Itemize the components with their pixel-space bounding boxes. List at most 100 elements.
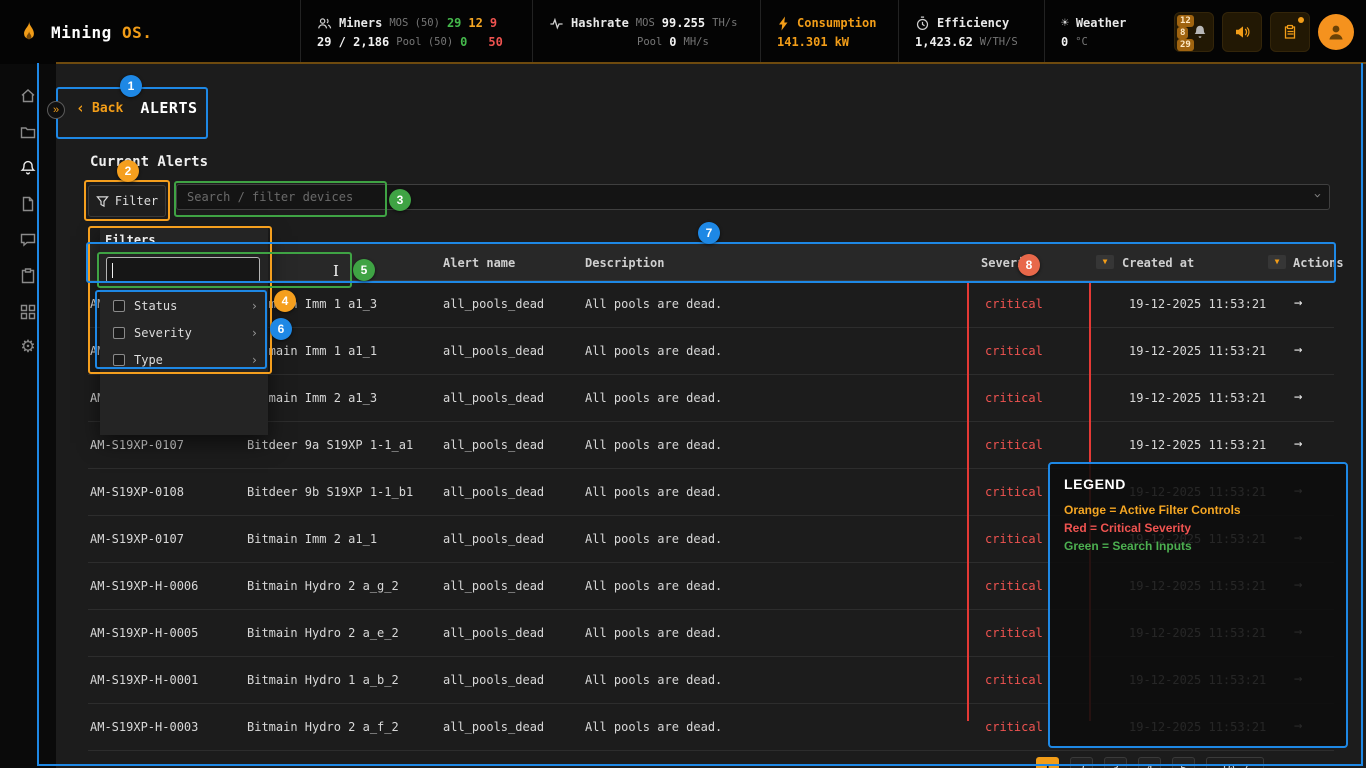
sidebar-item-reports[interactable]: [10, 194, 46, 213]
sort-arrow-icon: ▼: [1103, 258, 1108, 266]
chevron-right-icon: ›: [251, 353, 258, 367]
cell-alert-name: all_pools_dead: [443, 532, 544, 546]
sidebar-expand-button[interactable]: »: [47, 101, 65, 119]
checkbox[interactable]: [113, 327, 125, 339]
cell-miner-name: Bitmain Hydro 2 a_f_2: [247, 720, 399, 734]
miners-icon: [317, 16, 332, 31]
row-detail-arrow[interactable]: →: [1294, 342, 1302, 358]
device-search-input[interactable]: [176, 184, 1330, 210]
sidebar-item-alerts[interactable]: [10, 158, 46, 177]
weather-value: 0: [1061, 35, 1068, 49]
miners-count: 29 / 2,186: [317, 35, 389, 49]
sound-button[interactable]: [1222, 12, 1262, 52]
filter-button[interactable]: Filter: [88, 185, 166, 217]
column-created-at[interactable]: Created at: [1122, 256, 1194, 270]
filter-category-option[interactable]: Status ›: [100, 292, 268, 319]
breadcrumb: ‹ Back ALERTS: [76, 99, 198, 117]
cell-description: All pools are dead.: [585, 579, 722, 593]
cell-miner-name: Bitmain Hydro 2 a_e_2: [247, 626, 399, 640]
clock-icon: [915, 16, 930, 31]
table-row[interactable]: AM-S19XP-0106 Bitmain Imm 2 a1_3 all_poo…: [88, 375, 1334, 422]
cell-miner-name: Bitmain Hydro 2 a_g_2: [247, 579, 399, 593]
cell-miner-id: AM-S19XP-H-0001: [90, 673, 198, 687]
cell-miner-id: AM-S19XP-0107: [90, 532, 184, 546]
page-size-value: 10 /: [1221, 762, 1250, 768]
cell-miner-name: Bitdeer 9a S19XP 1-1_a1: [247, 438, 413, 452]
checkbox[interactable]: [113, 354, 125, 366]
legend-note-orange: Orange = Active Filter Controls: [1064, 501, 1332, 519]
gear-icon: ⚙: [20, 339, 35, 356]
miners-mos-label: MOS (50): [389, 17, 440, 29]
sidebar-item-home[interactable]: [10, 86, 46, 105]
sidebar-item-devices[interactable]: [10, 302, 46, 321]
page-size-select[interactable]: 10 /: [1206, 757, 1264, 768]
weather-stat: ☀ Weather 0 °C: [1044, 0, 1140, 64]
profile-button[interactable]: [1318, 14, 1354, 50]
brand-text: Mining OS.: [51, 23, 152, 42]
flame-logo-icon: [16, 19, 42, 45]
home-icon: [19, 87, 37, 105]
sidebar-item-messages[interactable]: [10, 230, 46, 249]
page-button-3[interactable]: 3: [1104, 757, 1127, 768]
row-detail-arrow[interactable]: →: [1294, 295, 1302, 311]
section-title: Current Alerts: [90, 154, 208, 170]
page-button-1[interactable]: 1: [1036, 757, 1059, 768]
row-detail-arrow[interactable]: →: [1294, 389, 1302, 405]
cell-description: All pools are dead.: [585, 438, 722, 452]
cell-description: All pools are dead.: [585, 485, 722, 499]
legend-panel: LEGEND Orange = Active Filter Controls R…: [1048, 462, 1348, 748]
header-divider: [56, 62, 1366, 64]
cell-created-at: 19-12-2025 11:53:21: [1129, 438, 1266, 452]
cell-miner-name: Bitmain Hydro 1 a_b_2: [247, 673, 399, 687]
consumption-label: Consumption: [797, 16, 876, 30]
cell-alert-name: all_pools_dead: [443, 579, 544, 593]
page-button-4[interactable]: 4: [1138, 757, 1161, 768]
hashrate-mos-value: 99.255: [662, 16, 705, 30]
legend-note-red: Red = Critical Severity: [1064, 519, 1332, 537]
cell-alert-name: all_pools_dead: [443, 391, 544, 405]
cell-description: All pools are dead.: [585, 673, 722, 687]
cell-miner-id: AM-S19XP-0108: [90, 485, 184, 499]
hashrate-stat: Hashrate MOS 99.255 TH/s Pool 0 MH/s: [532, 0, 760, 64]
column-alert-name[interactable]: Alert name: [443, 256, 515, 270]
text-caret: [112, 263, 113, 278]
cell-severity: critical: [985, 673, 1043, 687]
filter-category-option[interactable]: Severity ›: [100, 319, 268, 346]
chevron-right-icon: ›: [251, 299, 258, 313]
folder-icon: [19, 123, 37, 141]
page-button-2[interactable]: 2: [1070, 757, 1093, 768]
efficiency-unit: W/TH/S: [980, 36, 1018, 48]
chevrons-right-icon: »: [53, 104, 59, 116]
weather-label: Weather: [1076, 16, 1127, 30]
column-description[interactable]: Description: [585, 256, 664, 270]
sidebar-item-projects[interactable]: [10, 122, 46, 141]
back-button[interactable]: Back: [92, 101, 123, 116]
filter-search-input[interactable]: [106, 257, 260, 283]
severity-sort-button[interactable]: ▼: [1096, 255, 1114, 269]
miners-label: Miners: [339, 16, 382, 30]
checkbox[interactable]: [113, 300, 125, 312]
column-severity[interactable]: Severity: [981, 256, 1039, 270]
filter-category-label: Status: [134, 299, 177, 313]
row-detail-arrow[interactable]: →: [1294, 436, 1302, 452]
cell-description: All pools are dead.: [585, 626, 722, 640]
notifications-button[interactable]: 12 8 29: [1174, 12, 1214, 52]
sidebar-item-tasks[interactable]: [10, 266, 46, 285]
table-row[interactable]: AM-S19XP-0104 Bitmain Imm 1 a1_3 all_poo…: [88, 281, 1334, 328]
filter-category-option[interactable]: Type ›: [100, 346, 268, 373]
page-button-5[interactable]: 5: [1172, 757, 1195, 768]
filters-panel: Filters Status › Severity › Type ›: [100, 228, 268, 435]
tasks-button[interactable]: [1270, 12, 1310, 52]
cell-severity: critical: [985, 438, 1043, 452]
created-sort-button[interactable]: ▼: [1268, 255, 1286, 269]
efficiency-label: Efficiency: [937, 16, 1009, 30]
app-logo: Mining OS.: [0, 19, 300, 45]
table-row[interactable]: AM-S19XP-0102 Bitmain Imm 1 a1_1 all_poo…: [88, 328, 1334, 375]
cell-severity: critical: [985, 344, 1043, 358]
bell-icon: [1192, 24, 1208, 40]
speaker-icon: [1233, 23, 1251, 41]
sidebar-item-settings[interactable]: ⚙: [10, 338, 46, 357]
cell-miner-id: AM-S19XP-H-0003: [90, 720, 198, 734]
cell-alert-name: all_pools_dead: [443, 626, 544, 640]
hashrate-mos-label: MOS: [636, 17, 655, 29]
